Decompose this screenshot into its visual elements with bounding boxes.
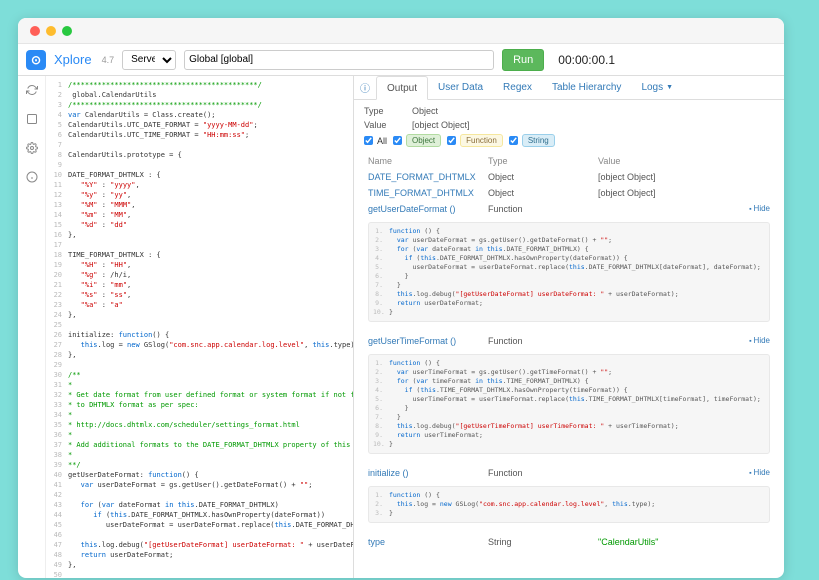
code-snippet: 1.function () {2. var userTimeFormat = g… (368, 354, 770, 454)
filter-object-label: Object (406, 134, 441, 147)
filter-string-label: String (522, 134, 555, 147)
tab-table-hierarchy[interactable]: Table Hierarchy (542, 76, 631, 99)
sidebar-gear-icon[interactable] (26, 142, 38, 157)
filter-function-label: Function (460, 134, 503, 147)
meta-value-label: Value (364, 120, 412, 130)
table-row: TIME_FORMAT_DHTMLX Object [object Object… (364, 185, 774, 201)
row-name[interactable]: TIME_FORMAT_DHTMLX (364, 185, 484, 201)
table-row: getUserDateFormat () Function Hide (364, 201, 774, 217)
app-title: Xplore (54, 52, 92, 67)
table-row: initialize () Function Hide (364, 465, 774, 481)
tab-output[interactable]: Output (376, 76, 428, 100)
sidebar (18, 76, 46, 578)
filter-all-label: All (377, 136, 387, 146)
col-value: Value (594, 153, 774, 169)
row-type: Function (484, 201, 594, 217)
col-name: Name (364, 153, 484, 169)
row-type: String (484, 534, 594, 550)
filter-object-checkbox[interactable] (393, 136, 402, 145)
minimize-dot[interactable] (46, 26, 56, 36)
row-name[interactable]: type (364, 534, 484, 550)
app-logo: ⊙ (26, 50, 46, 70)
meta-type-label: Type (364, 106, 412, 116)
sidebar-edit-icon[interactable] (26, 113, 38, 128)
sidebar-info-icon[interactable] (26, 171, 38, 186)
toolbar: ⊙ Xplore 4.7 Server Run 00:00:00.1 (18, 44, 784, 76)
filter-string-checkbox[interactable] (509, 136, 518, 145)
hide-link[interactable]: Hide (749, 468, 770, 477)
window-chrome (18, 18, 784, 44)
results-table: Name Type Value DATE_FORMAT_DHTMLX Objec… (364, 153, 774, 550)
filter-all-checkbox[interactable] (364, 136, 373, 145)
scope-select[interactable]: Server (122, 50, 176, 70)
filter-function-checkbox[interactable] (447, 136, 456, 145)
row-type: Object (484, 169, 594, 185)
tab-user-data[interactable]: User Data (428, 76, 493, 99)
hide-link[interactable]: Hide (749, 204, 770, 213)
maximize-dot[interactable] (62, 26, 72, 36)
run-button[interactable]: Run (502, 49, 544, 71)
tab-regex[interactable]: Regex (493, 76, 542, 99)
app-window: ⊙ Xplore 4.7 Server Run 00:00:00.1 1/***… (18, 18, 784, 578)
results-tabs: ⓘ Output User Data Regex Table Hierarchy… (354, 76, 784, 100)
app-version: 4.7 (102, 55, 115, 65)
tab-logs[interactable]: Logs▼ (631, 76, 683, 99)
code-snippet: 1.function () {2. this.log = new GSLog("… (368, 486, 770, 523)
results-panel: ⓘ Output User Data Regex Table Hierarchy… (354, 76, 784, 578)
code-snippet: 1.function () {2. var userDateFormat = g… (368, 222, 770, 322)
results-content: TypeObject Value[object Object] All Obje… (354, 100, 784, 578)
table-row: type String "CalendarUtils" (364, 534, 774, 550)
row-type: Object (484, 185, 594, 201)
row-type: Function (484, 465, 594, 481)
timer: 00:00:00.1 (558, 53, 615, 67)
row-value: [object Object] (594, 169, 774, 185)
row-name[interactable]: getUserTimeFormat () (364, 333, 484, 349)
meta-value-value: [object Object] (412, 120, 470, 130)
hide-link[interactable]: Hide (749, 336, 770, 345)
row-name[interactable]: initialize () (364, 465, 484, 481)
scope-input[interactable] (184, 50, 494, 70)
close-dot[interactable] (30, 26, 40, 36)
row-name[interactable]: DATE_FORMAT_DHTMLX (364, 169, 484, 185)
tab-info-icon[interactable]: ⓘ (354, 76, 376, 99)
meta-type-value: Object (412, 106, 438, 116)
table-row: getUserTimeFormat () Function Hide (364, 333, 774, 349)
row-value: "CalendarUtils" (594, 534, 774, 550)
col-type: Type (484, 153, 594, 169)
row-value: [object Object] (594, 185, 774, 201)
type-filters: All Object Function String (364, 134, 774, 147)
code-editor[interactable]: 1/**************************************… (46, 76, 354, 578)
sidebar-refresh-icon[interactable] (26, 84, 38, 99)
table-row: DATE_FORMAT_DHTMLX Object [object Object… (364, 169, 774, 185)
row-type: Function (484, 333, 594, 349)
row-name[interactable]: getUserDateFormat () (364, 201, 484, 217)
